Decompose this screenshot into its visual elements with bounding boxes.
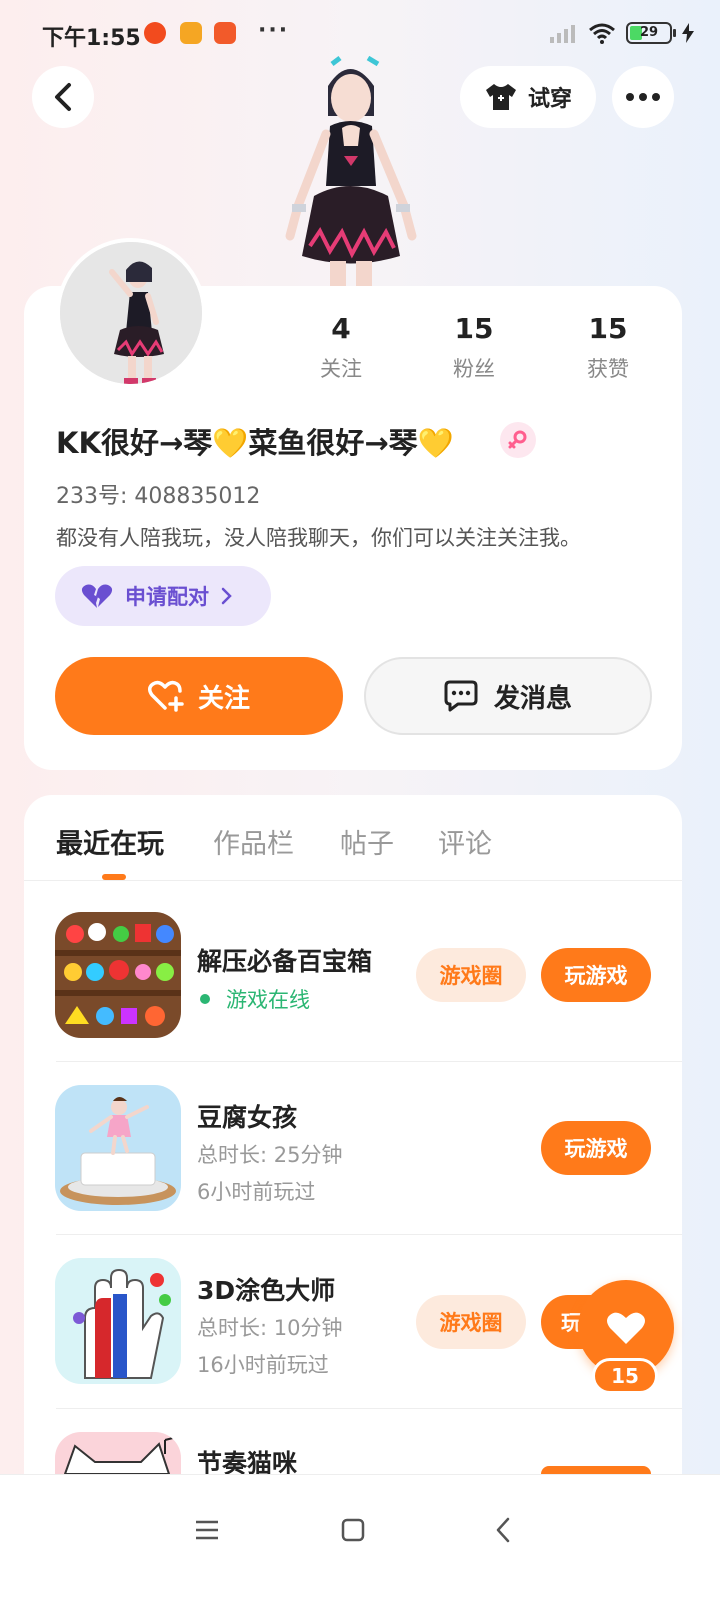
game-last-played: 6小时前玩过	[197, 1180, 316, 1204]
game-icon-tofu-girl[interactable]	[55, 1085, 181, 1211]
tshirt-icon	[485, 84, 516, 110]
notes-icon	[180, 22, 202, 44]
game-icon-rhythm-cat[interactable]	[55, 1432, 181, 1474]
online-dot-icon	[200, 994, 210, 1004]
status-time: 下午1:55	[42, 26, 141, 51]
more-button[interactable]	[612, 66, 674, 128]
game-title: 解压必备百宝箱	[197, 947, 373, 976]
back-arrow-icon	[55, 83, 71, 111]
game-duration: 总时长: 10分钟	[197, 1316, 343, 1340]
heart-plus-icon	[147, 680, 184, 712]
user-id: 233号: 408835012	[56, 484, 261, 509]
row-divider	[56, 1061, 682, 1062]
apply-pair-button[interactable]: 申请配对	[55, 566, 271, 626]
send-message-label: 发消息	[493, 683, 572, 714]
avatar-3d-figure[interactable]	[270, 55, 430, 286]
tab-recently-played[interactable]: 最近在玩	[56, 822, 164, 861]
avatar[interactable]	[56, 238, 206, 388]
bio: 都没有人陪我玩，没人陪我聊天，你们可以关注关注我。	[56, 526, 581, 550]
broken-heart-icon	[81, 584, 113, 608]
back-triangle-icon	[496, 1517, 510, 1543]
tab-divider	[24, 880, 682, 881]
charging-icon	[682, 23, 694, 43]
home-square-icon	[341, 1518, 365, 1542]
game-circle-button[interactable]: 游戏圈	[416, 948, 526, 1002]
tab-works[interactable]: 作品栏	[213, 822, 294, 861]
game-title: 豆腐女孩	[197, 1103, 298, 1132]
tab-comments[interactable]: 评论	[438, 822, 492, 861]
play-game-button[interactable]	[541, 1466, 651, 1474]
stat-likes-label: 获赞	[587, 357, 629, 381]
stat-followers[interactable]: 15 粉丝	[419, 312, 529, 383]
nav-menu-button[interactable]	[182, 1505, 232, 1555]
chat-bubble-icon	[444, 680, 478, 712]
stat-following-count: 4	[331, 312, 351, 345]
signal-icon	[550, 25, 575, 43]
weibo-icon	[144, 22, 166, 44]
menu-icon	[196, 1520, 218, 1540]
game-last-played: 16小时前玩过	[197, 1353, 329, 1377]
game-icon-treasure-box[interactable]	[55, 912, 181, 1038]
game-online-label: 游戏在线	[226, 988, 310, 1012]
game-circle-button[interactable]: 游戏圈	[416, 1295, 526, 1349]
stat-following-label: 关注	[320, 357, 362, 381]
nav-home-button[interactable]	[328, 1505, 378, 1555]
wifi-icon	[589, 23, 615, 44]
game-online-status: 游戏在线	[200, 984, 310, 1014]
stat-likes-count: 15	[588, 312, 628, 345]
nickname: KK很好→琴💛菜鱼很好→琴💛	[56, 426, 454, 460]
video-icon	[214, 22, 236, 44]
stat-likes[interactable]: 15 获赞	[553, 312, 663, 383]
send-message-button[interactable]: 发消息	[364, 657, 652, 735]
play-game-button[interactable]: 玩游戏	[541, 1121, 651, 1175]
system-nav-bar	[0, 1474, 720, 1600]
more-icon	[626, 93, 660, 101]
game-icon-3d-coloring[interactable]	[55, 1258, 181, 1384]
try-on-button[interactable]: 试穿	[460, 66, 596, 128]
follow-label: 关注	[197, 683, 250, 714]
row-divider	[56, 1408, 682, 1409]
back-button[interactable]	[32, 66, 94, 128]
try-on-label: 试穿	[527, 87, 572, 112]
play-game-button[interactable]: 玩游戏	[541, 948, 651, 1002]
apply-pair-label: 申请配对	[125, 585, 209, 609]
chevron-right-icon	[221, 587, 232, 605]
heart-icon	[607, 1312, 645, 1344]
battery-icon: 29	[626, 22, 676, 44]
more-dots-icon: ···	[258, 18, 290, 43]
female-gender-icon	[500, 422, 536, 458]
row-divider	[56, 1234, 682, 1235]
stat-followers-label: 粉丝	[453, 357, 495, 381]
game-duration: 总时长: 25分钟	[197, 1143, 343, 1167]
battery-level: 29	[639, 25, 659, 40]
stat-following[interactable]: 4 关注	[286, 312, 396, 383]
like-count-badge: 15	[592, 1358, 658, 1394]
tab-posts[interactable]: 帖子	[340, 822, 394, 861]
nav-back-button[interactable]	[478, 1505, 528, 1555]
game-title: 3D涂色大师	[197, 1276, 336, 1305]
stat-followers-count: 15	[454, 312, 494, 345]
follow-button[interactable]: 关注	[55, 657, 343, 735]
